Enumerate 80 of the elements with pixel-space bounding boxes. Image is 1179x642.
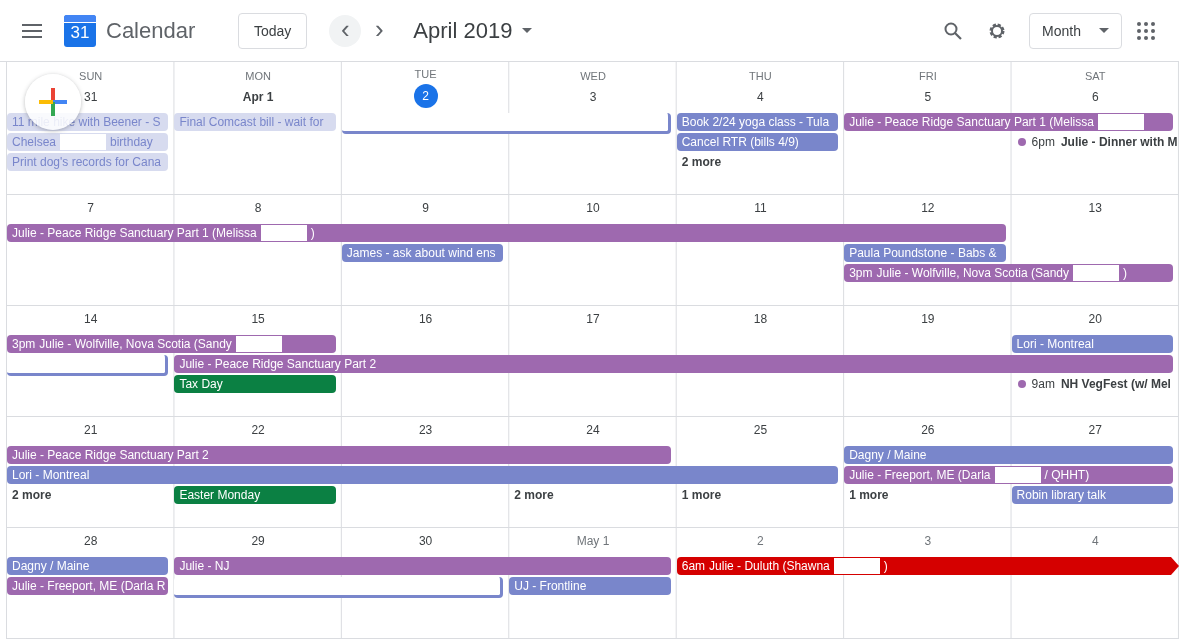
day-number[interactable]: 25 — [749, 419, 772, 441]
apps-icon — [1137, 21, 1155, 40]
day-number[interactable]: 5 — [916, 86, 939, 108]
day-number[interactable]: 15 — [247, 308, 270, 330]
calendar-logo: 31 — [64, 14, 96, 47]
event-chip[interactable]: Julie - Peace Ridge Sanctuary Part 2 — [174, 355, 1173, 373]
event-chip[interactable] — [7, 355, 169, 376]
day-number[interactable]: 22 — [247, 419, 270, 441]
day-number[interactable]: May 1 — [576, 530, 610, 552]
event-chip[interactable]: Julie - Freeport, ME (Darla R — [7, 577, 169, 595]
weekday-label: MON — [245, 70, 271, 82]
more-link[interactable]: 1 more — [844, 485, 894, 505]
event-chip[interactable]: Easter Monday — [174, 486, 336, 504]
event-chip[interactable]: Julie - Peace Ridge Sanctuary Part 2 — [7, 446, 671, 464]
event-chip[interactable]: Julie - Peace Ridge Sanctuary Part 1 (Melissa ) — [7, 224, 1006, 242]
previous-button[interactable]: ‹ — [329, 14, 362, 47]
day-number[interactable]: 21 — [79, 419, 102, 441]
day-number[interactable]: 13 — [1084, 197, 1107, 219]
app-title: Calendar — [106, 17, 197, 44]
caret-icon — [522, 28, 533, 33]
menu-icon — [22, 23, 42, 38]
day-number[interactable]: 27 — [1084, 419, 1107, 441]
day-number[interactable]: 9 — [414, 197, 437, 219]
event-chip[interactable] — [341, 113, 671, 134]
day-number[interactable]: 17 — [582, 308, 604, 330]
day-number[interactable]: 16 — [414, 308, 437, 330]
day-number[interactable]: 31 — [79, 86, 102, 108]
event-time: 9am — [1031, 377, 1055, 391]
event-item[interactable]: 9am NH VegFest (w/ Mel — [1011, 374, 1179, 394]
day-number[interactable]: 3 — [582, 86, 604, 108]
day-number[interactable]: 24 — [582, 419, 604, 441]
today-button[interactable]: Today — [238, 12, 308, 49]
day-number[interactable]: 26 — [916, 419, 939, 441]
day-number[interactable]: 18 — [749, 308, 772, 330]
event-chip[interactable]: 6am Julie - Duluth (Shawna ) — [676, 557, 1179, 575]
weekday-label: THU — [749, 70, 772, 82]
more-link[interactable]: 1 more — [676, 485, 727, 505]
caret-icon — [1099, 28, 1109, 33]
day-number[interactable]: 28 — [79, 530, 102, 552]
event-item[interactable]: 6pm Julie - Dinner with M — [1011, 132, 1179, 152]
weekday-label: TUE — [414, 68, 437, 80]
more-link[interactable]: 2 more — [509, 485, 559, 505]
day-number[interactable]: 12 — [916, 197, 939, 219]
event-chip[interactable]: Julie - Peace Ridge Sanctuary Part 1 (Melissa — [844, 113, 1173, 131]
day-number[interactable]: 4 — [749, 86, 772, 108]
weekday-label: WED — [580, 70, 606, 82]
day-number[interactable]: 2 — [749, 530, 772, 552]
day-number[interactable]: 20 — [1084, 308, 1107, 330]
event-chip[interactable] — [174, 577, 504, 598]
day-number[interactable]: 8 — [247, 197, 270, 219]
weekday-label: SUN — [79, 70, 103, 82]
day-number[interactable]: 30 — [414, 530, 437, 552]
more-link[interactable]: 2 more — [7, 485, 57, 505]
month-picker[interactable]: April 2019 — [413, 17, 533, 44]
day-number[interactable]: 4 — [1084, 530, 1107, 552]
day-number[interactable]: Apr 1 — [242, 86, 274, 108]
day-number[interactable]: 7 — [79, 197, 102, 219]
next-button[interactable]: › — [363, 14, 396, 47]
view-dropdown[interactable]: Month — [1029, 12, 1122, 49]
day-number[interactable]: 19 — [916, 308, 939, 330]
more-link[interactable]: 2 more — [676, 152, 727, 172]
day-number[interactable]: 23 — [414, 419, 437, 441]
weekday-label: FRI — [919, 70, 937, 82]
event-chip[interactable]: Tax Day — [174, 375, 336, 393]
day-number[interactable]: 10 — [582, 197, 604, 219]
event-chip[interactable]: Julie - Freeport, ME (Darla / QHHT) — [844, 466, 1173, 484]
day-number[interactable]: 11 — [749, 197, 772, 219]
day-number[interactable]: 29 — [247, 530, 270, 552]
event-title: NH VegFest (w/ Mel — [1060, 377, 1171, 391]
weekday-label: SAT — [1085, 70, 1106, 82]
day-number[interactable]: 3 — [916, 530, 939, 552]
event-chip[interactable]: 3pm Julie - Wolfville, Nova Scotia (Sandy — [7, 335, 336, 353]
search-icon — [944, 21, 963, 40]
event-chip[interactable]: 3pm Julie - Wolfville, Nova Scotia (Sandy ) — [844, 264, 1173, 282]
event-chip[interactable]: Julie - NJ — [174, 557, 671, 575]
day-number[interactable]: 6 — [1084, 86, 1107, 108]
day-number[interactable]: 14 — [79, 308, 102, 330]
day-number[interactable]: 2 — [413, 84, 438, 108]
event-title: Julie - Dinner with M — [1060, 135, 1178, 149]
event-time: 6pm — [1031, 135, 1055, 149]
